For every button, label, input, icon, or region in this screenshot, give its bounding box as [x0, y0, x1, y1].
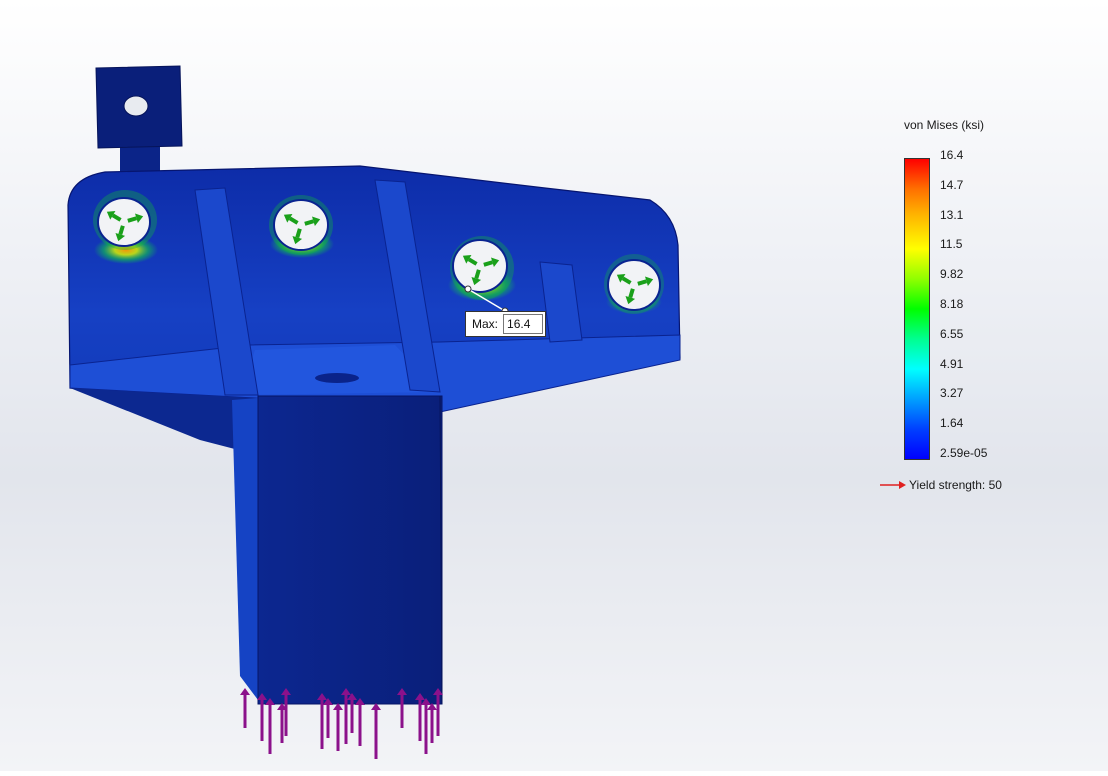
load-arrow [323, 698, 333, 738]
legend-tick-label: 8.18 [940, 297, 964, 311]
load-arrow [355, 698, 365, 746]
legend-title: von Mises (ksi) [904, 118, 985, 132]
legend-tick-label: 1.64 [940, 416, 964, 431]
yield-arrow-icon [880, 481, 906, 489]
legend-tick-label: 9.82 [940, 267, 964, 282]
bracket-post [232, 395, 443, 705]
load-arrow [333, 703, 343, 751]
load-arrow [347, 693, 357, 733]
yield-strength-indicator: Yield strength: 50 [880, 478, 1002, 492]
legend-tick-label: 13.1 [940, 207, 964, 222]
yield-strength-label: Yield strength: 50 [909, 478, 1002, 492]
legend-tick-label: 4.91 [940, 356, 964, 371]
legend-tick-label: 16.4 [940, 148, 964, 162]
max-value: 16.4 [503, 314, 544, 334]
legend-tick-label: 2.59e-05 [940, 446, 988, 460]
load-arrow [421, 698, 431, 754]
mounting-tab [95, 65, 183, 178]
legend-tick-label: 6.55 [940, 326, 964, 341]
load-arrow [265, 698, 275, 754]
legend-tick-label: 11.5 [940, 237, 963, 252]
max-stress-callout[interactable]: Max: 16.4 [465, 311, 547, 337]
load-arrow [427, 703, 437, 743]
max-label: Max: [472, 317, 499, 331]
load-arrow [397, 688, 407, 728]
legend-tick-label: 14.7 [940, 177, 964, 192]
load-arrow [371, 703, 381, 759]
load-arrow [240, 688, 250, 728]
legend-color-bar [904, 158, 930, 460]
legend-tick-label: 3.27 [940, 386, 964, 401]
